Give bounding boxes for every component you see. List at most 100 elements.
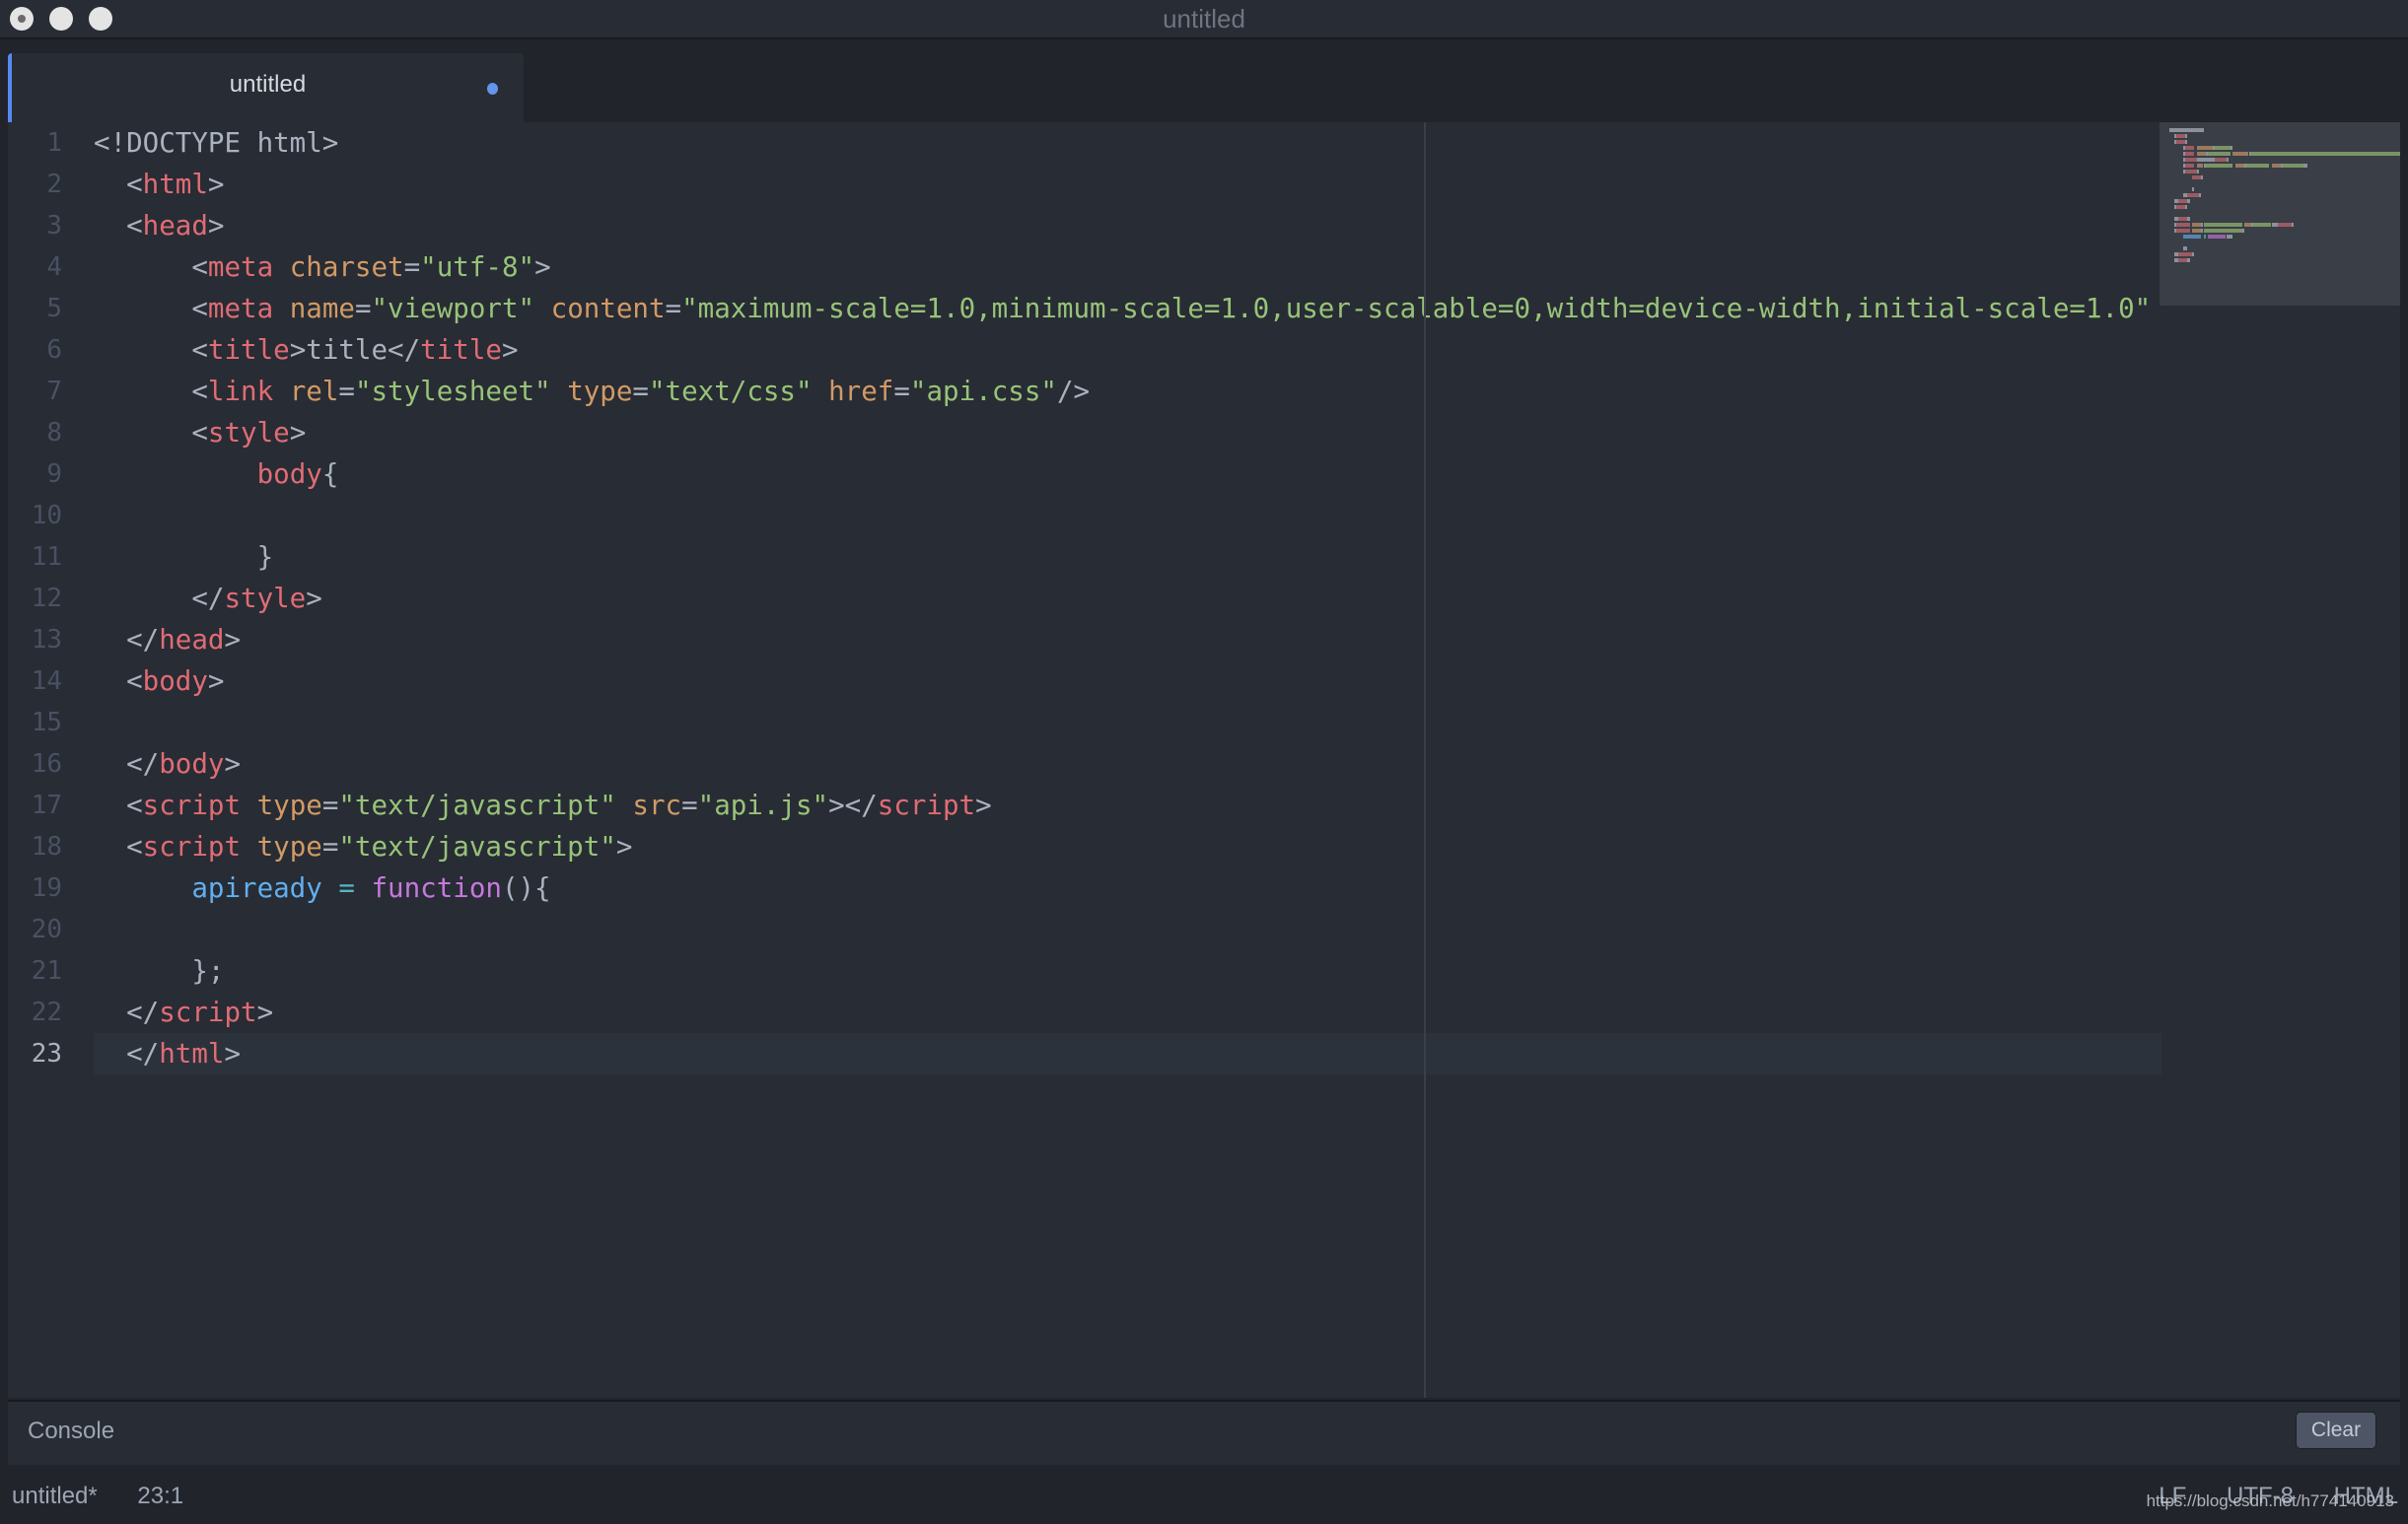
token-pun: > bbox=[207, 210, 225, 242]
minimap-token bbox=[2196, 152, 2206, 156]
code-line[interactable]: body{ bbox=[94, 453, 2161, 495]
token-tag: title bbox=[420, 334, 502, 366]
line-number[interactable]: 21 bbox=[8, 950, 62, 992]
clear-console-button[interactable]: Clear bbox=[2296, 1412, 2376, 1449]
minimap-token bbox=[2196, 146, 2213, 150]
line-number[interactable]: 17 bbox=[8, 785, 62, 826]
token-pun: < bbox=[94, 293, 208, 324]
token-pun: ></ bbox=[828, 790, 878, 821]
code-line[interactable]: <meta charset="utf-8"> bbox=[94, 246, 2161, 288]
code-line[interactable]: <style> bbox=[94, 412, 2161, 453]
token-attr: name bbox=[289, 293, 355, 324]
token-pun: > bbox=[615, 831, 633, 863]
token-str: "stylesheet" bbox=[354, 376, 551, 407]
code-line[interactable]: }; bbox=[94, 950, 2161, 992]
code-line[interactable]: } bbox=[94, 536, 2161, 578]
code-lines[interactable]: <!DOCTYPE html> <html> <head> <meta char… bbox=[94, 122, 2161, 1074]
token-pun: = bbox=[632, 376, 649, 407]
line-number[interactable]: 15 bbox=[8, 702, 62, 743]
minimap-token bbox=[2203, 235, 2206, 239]
token-pun bbox=[94, 458, 257, 490]
code-line[interactable]: </script> bbox=[94, 992, 2161, 1033]
token-pun: > bbox=[534, 251, 551, 283]
minimap-token bbox=[2253, 223, 2272, 227]
token-pun: < bbox=[94, 376, 208, 407]
token-pun: </ bbox=[94, 997, 160, 1028]
token-pun bbox=[241, 831, 257, 863]
minimap-token bbox=[2226, 235, 2233, 239]
minimap-token bbox=[2192, 187, 2195, 191]
minimap-token bbox=[2215, 146, 2231, 150]
line-number[interactable]: 23 bbox=[8, 1033, 62, 1074]
code-line[interactable] bbox=[94, 702, 2161, 743]
minimap-token bbox=[2185, 140, 2188, 144]
code-line[interactable]: <meta name="viewport" content="maximum-s… bbox=[94, 288, 2161, 329]
token-attr: charset bbox=[289, 251, 404, 283]
token-tag: style bbox=[207, 417, 290, 449]
line-number[interactable]: 4 bbox=[8, 246, 62, 288]
token-pun bbox=[94, 872, 191, 904]
token-pun: /> bbox=[1056, 376, 1091, 407]
token-tag: body bbox=[142, 665, 208, 697]
line-number[interactable]: 16 bbox=[8, 743, 62, 785]
title-bar: untitled bbox=[0, 0, 2408, 39]
code-line[interactable]: </body> bbox=[94, 743, 2161, 785]
line-number[interactable]: 22 bbox=[8, 992, 62, 1033]
minimap[interactable] bbox=[2160, 122, 2400, 306]
code-line[interactable]: <head> bbox=[94, 205, 2161, 246]
code-line[interactable]: </html> bbox=[94, 1033, 2161, 1074]
minimap-token bbox=[2208, 235, 2227, 239]
token-tag: script bbox=[877, 790, 976, 821]
status-cursor-position[interactable]: 23:1 bbox=[137, 1483, 183, 1509]
code-line[interactable]: <script type="text/javascript" src="api.… bbox=[94, 785, 2161, 826]
code-line[interactable]: apiready = function(){ bbox=[94, 867, 2161, 909]
line-number[interactable]: 7 bbox=[8, 371, 62, 412]
token-pun bbox=[616, 790, 633, 821]
code-line[interactable]: <script type="text/javascript"> bbox=[94, 826, 2161, 867]
line-number[interactable]: 1 bbox=[8, 122, 62, 164]
line-number[interactable]: 6 bbox=[8, 329, 62, 371]
minimap-token bbox=[2208, 152, 2231, 156]
line-number-gutter[interactable]: 1 2 3 4 5 6 7 8 9 10 11 12 13 14 15 16 17 18 19 20 21 22 23 bbox=[8, 122, 62, 1074]
token-pun: </ bbox=[94, 624, 160, 656]
line-number[interactable]: 20 bbox=[8, 909, 62, 950]
minimap-token bbox=[2215, 158, 2227, 162]
line-number[interactable]: 8 bbox=[8, 412, 62, 453]
token-pun: < bbox=[94, 831, 143, 863]
code-line[interactable]: <html> bbox=[94, 164, 2161, 205]
code-line[interactable]: </head> bbox=[94, 619, 2161, 660]
status-file-name[interactable]: untitled* bbox=[12, 1483, 98, 1509]
token-tag: script bbox=[142, 831, 242, 863]
line-number[interactable]: 9 bbox=[8, 453, 62, 495]
minimap-token bbox=[2271, 223, 2279, 227]
minimap-token bbox=[2243, 223, 2251, 227]
code-line[interactable]: </style> bbox=[94, 578, 2161, 619]
code-line[interactable]: <!DOCTYPE html> bbox=[94, 122, 2161, 164]
line-number[interactable]: 19 bbox=[8, 867, 62, 909]
line-number[interactable]: 2 bbox=[8, 164, 62, 205]
token-pun: = bbox=[321, 790, 339, 821]
modified-indicator-icon[interactable] bbox=[487, 83, 498, 95]
line-number[interactable]: 11 bbox=[8, 536, 62, 578]
line-number[interactable]: 12 bbox=[8, 578, 62, 619]
token-pun: = bbox=[354, 293, 372, 324]
line-number[interactable]: 10 bbox=[8, 495, 62, 536]
line-number[interactable]: 14 bbox=[8, 660, 62, 702]
code-editor[interactable]: 1 2 3 4 5 6 7 8 9 10 11 12 13 14 15 16 17 18 19 20 21 22 23 <!… bbox=[8, 122, 2400, 1398]
code-line[interactable] bbox=[94, 495, 2161, 536]
token-pun: < bbox=[94, 790, 143, 821]
line-number[interactable]: 18 bbox=[8, 826, 62, 867]
code-line[interactable]: <title>title</title> bbox=[94, 329, 2161, 371]
line-number[interactable]: 5 bbox=[8, 288, 62, 329]
token-pun: = bbox=[665, 293, 682, 324]
line-number[interactable]: 3 bbox=[8, 205, 62, 246]
tab-untitled[interactable]: untitled bbox=[8, 53, 524, 122]
console-label: Console bbox=[28, 1418, 115, 1444]
line-number[interactable]: 13 bbox=[8, 619, 62, 660]
code-line[interactable] bbox=[94, 909, 2161, 950]
token-pun bbox=[534, 293, 551, 324]
code-line[interactable]: <body> bbox=[94, 660, 2161, 702]
token-pun: </ bbox=[94, 748, 160, 780]
minimap-token bbox=[2196, 170, 2199, 173]
code-line[interactable]: <link rel="stylesheet" type="text/css" h… bbox=[94, 371, 2161, 412]
